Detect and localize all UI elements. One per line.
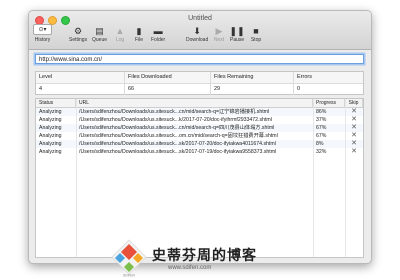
skip-button[interactable]: ✕	[345, 132, 363, 140]
next-label: Next	[213, 37, 225, 43]
column-header-url[interactable]: URL	[76, 99, 313, 107]
folder-button[interactable]: ▬ Folder	[151, 26, 165, 43]
pause-icon: ❚❚	[229, 26, 245, 36]
stats-header-level: Level	[36, 72, 125, 83]
column-header-status[interactable]: Status	[36, 99, 76, 107]
svg-text:SDIFEN: SDIFEN	[123, 274, 135, 278]
skip-button[interactable]: ✕	[345, 108, 363, 116]
folder-label: Folder	[151, 37, 166, 43]
column-header-progress[interactable]: Progress	[313, 99, 345, 107]
close-icon[interactable]: ✕	[351, 124, 357, 131]
table-row[interactable]: Analyzing /Users/sdifenzhou/Downloads/us…	[36, 116, 363, 124]
title-bar: Untitled ⊙▾ History ⚙ Settings ▤ Queue ▲…	[29, 11, 371, 50]
queue-label: Queue	[92, 37, 108, 43]
stats-header-files-downloaded: Files Downloaded	[125, 72, 211, 83]
skip-button[interactable]: ✕	[345, 140, 363, 148]
history-button[interactable]: ⊙▾ History	[33, 24, 52, 43]
stats-header-files-remaining: Files Remaining	[211, 72, 294, 83]
table-row[interactable]: Analyzing /Users/sdifenzhou/Downloads/us…	[36, 148, 363, 156]
queue-icon: ▤	[95, 26, 104, 36]
close-icon[interactable]: ✕	[351, 108, 357, 115]
close-icon[interactable]: ✕	[351, 140, 357, 147]
close-icon[interactable]: ✕	[351, 116, 357, 123]
history-dropdown-icon[interactable]: ⊙▾	[33, 24, 52, 35]
stats-value-row: 4 66 29 0	[36, 84, 363, 95]
stats-files-downloaded-value: 66	[125, 84, 211, 95]
log-label: Log	[115, 37, 125, 43]
stats-header-errors: Errors	[297, 74, 312, 80]
sdifen-logo: SDIFEN	[111, 239, 147, 278]
window-title: Untitled	[188, 15, 212, 22]
stop-button[interactable]: ■ Stop	[250, 26, 262, 43]
table-row[interactable]: Analyzing /Users/sdifenzhou/Downloads/us…	[36, 132, 363, 140]
row-progress: 67%	[316, 133, 327, 139]
download-table: Status URL Progress Skip Analyzing /User…	[35, 98, 364, 258]
table-row[interactable]: Analyzing /Users/sdifenzhou/Downloads/us…	[36, 108, 363, 116]
row-url: /Users/sdifenzhou/Downloads/us.sitesuck.…	[79, 133, 278, 139]
watermark-title: 史蒂芬周的博客	[152, 248, 257, 264]
url-input[interactable]: http://www.sina.com.cn/	[35, 54, 364, 64]
stop-label: Stop	[250, 37, 262, 43]
stats-errors-value: 0	[297, 86, 301, 92]
history-label: History	[34, 37, 51, 43]
table-row[interactable]: Analyzing /Users/sdifenzhou/Downloads/us…	[36, 124, 363, 132]
row-progress: 32%	[316, 149, 327, 155]
row-url: /Users/sdifenzhou/Downloads/us.sitesuck.…	[79, 141, 276, 147]
row-status: Analyzing	[39, 109, 62, 115]
row-url: /Users/sdifenzhou/Downloads/us.sitesuck.…	[79, 149, 277, 155]
gear-icon: ⚙	[73, 26, 83, 36]
file-icon: ▮	[136, 26, 142, 36]
row-status: Analyzing	[39, 117, 62, 123]
row-progress: 67%	[316, 125, 327, 131]
pause-button[interactable]: ❚❚ Pause	[229, 26, 245, 43]
download-icon: ⬇	[193, 26, 201, 36]
table-body: Analyzing /Users/sdifenzhou/Downloads/us…	[36, 108, 363, 156]
log-button[interactable]: ▲ Log	[114, 26, 126, 43]
watermark-url: www.sdifen.com	[168, 265, 212, 271]
stats-header-row: Level Files Downloaded Files Remaining E…	[36, 72, 363, 84]
row-status: Analyzing	[39, 125, 62, 131]
stats-files-remaining-value: 29	[211, 84, 294, 95]
row-status: Analyzing	[39, 133, 62, 139]
download-label: Download	[186, 37, 209, 43]
row-progress: 86%	[316, 109, 327, 115]
file-label: File	[134, 37, 144, 43]
settings-button[interactable]: ⚙ Settings	[69, 26, 87, 43]
pause-label: Pause	[230, 37, 245, 43]
row-progress: 37%	[316, 117, 327, 123]
download-button[interactable]: ⬇ Download	[186, 26, 208, 43]
row-status: Analyzing	[39, 141, 62, 147]
stop-icon: ■	[253, 26, 259, 36]
row-url: /Users/sdifenzhou/Downloads/us.sitesuck.…	[79, 125, 275, 131]
row-status: Analyzing	[39, 149, 62, 155]
row-progress: 8%	[316, 141, 324, 147]
watermark: SDIFEN 史蒂芬周的博客 www.sdifen.com	[110, 236, 370, 280]
stats-level-value: 4	[36, 84, 125, 95]
folder-icon: ▬	[153, 26, 163, 36]
skip-button[interactable]: ✕	[345, 116, 363, 124]
row-url: /Users/sdifenzhou/Downloads/us.sitesuck.…	[79, 117, 272, 123]
stats-panel: Level Files Downloaded Files Remaining E…	[35, 71, 364, 95]
queue-button[interactable]: ▤ Queue	[92, 26, 107, 43]
skip-button[interactable]: ✕	[345, 148, 363, 156]
next-icon: ▶	[215, 26, 223, 36]
column-header-skip[interactable]: Skip	[345, 99, 363, 107]
app-window: Untitled ⊙▾ History ⚙ Settings ▤ Queue ▲…	[28, 10, 372, 264]
settings-label: Settings	[69, 37, 88, 43]
close-icon[interactable]: ✕	[351, 148, 357, 155]
table-header: Status URL Progress Skip	[36, 99, 363, 108]
warning-icon: ▲	[115, 26, 125, 36]
table-row[interactable]: Analyzing /Users/sdifenzhou/Downloads/us…	[36, 140, 363, 148]
skip-button[interactable]: ✕	[345, 124, 363, 132]
row-url: /Users/sdifenzhou/Downloads/us.sitesuck.…	[79, 109, 270, 115]
file-button[interactable]: ▮ File	[133, 26, 145, 43]
next-button[interactable]: ▶ Next	[213, 26, 225, 43]
close-icon[interactable]: ✕	[351, 132, 357, 139]
